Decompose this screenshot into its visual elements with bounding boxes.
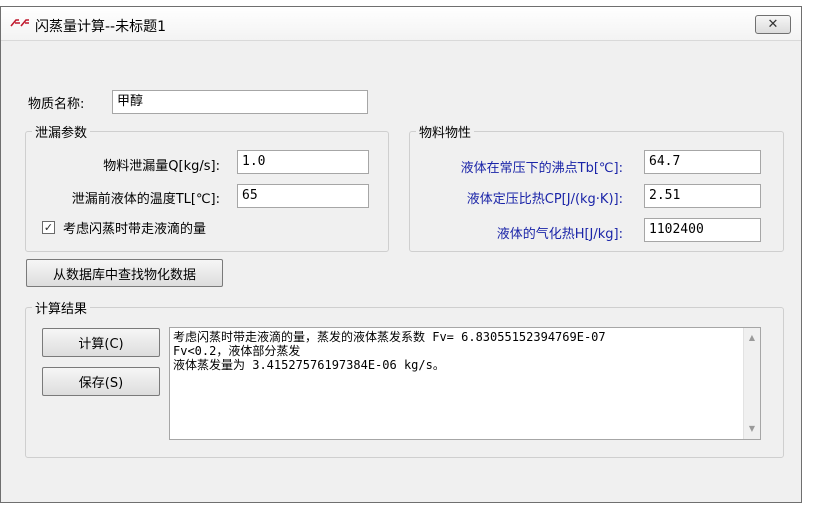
specific-heat-label: 液体定压比热CP[J/(kg·K)]: [466,192,623,207]
specific-heat-input[interactable]: 2.51 [644,184,761,208]
boiling-point-input[interactable]: 64.7 [644,150,761,174]
boiling-point-label: 液体在常压下的沸点Tb[℃]: [460,161,623,176]
calculate-button[interactable]: 计算(C) [42,328,160,357]
vaporization-heat-label: 液体的气化热H[J/kg]: [496,227,623,242]
lookup-database-button[interactable]: 从数据库中查找物化数据 [26,259,223,287]
app-logo-icon [10,19,29,27]
substance-name-label: 物质名称: [28,97,85,112]
checkmark-icon: ✓ [43,221,54,234]
save-button[interactable]: 保存(S) [42,367,160,396]
result-scrollbar[interactable]: ▲ ▼ [743,328,760,439]
material-properties-title: 物料物性 [416,122,475,141]
leak-temp-label: 泄漏前液体的温度TL[℃]: [71,192,220,207]
close-icon: ✕ [767,17,779,32]
droplet-checkbox[interactable]: ✓ [42,221,55,234]
title-bar[interactable]: 闪蒸量计算--未标题1 ✕ [1,7,801,41]
close-button[interactable]: ✕ [755,15,791,34]
droplet-checkbox-label[interactable]: 考虑闪蒸时带走液滴的量 [63,218,206,237]
result-line: 液体蒸发量为 3.41527576197384E-06 kg/s。 [173,358,445,372]
results-group: 计算结果 计算(C) 保存(S) 考虑闪蒸时带走液滴的量，蒸发的液体蒸发系数 F… [25,298,784,458]
leak-temp-input[interactable]: 65 [237,184,369,208]
scroll-down-icon[interactable]: ▼ [744,421,760,437]
vaporization-heat-input[interactable]: 1102400 [644,218,761,242]
results-title: 计算结果 [32,298,91,317]
substance-name-input[interactable]: 甲醇 [112,90,368,114]
result-line: Fv<0.2，液体部分蒸发 [173,344,301,358]
leak-params-title: 泄漏参数 [32,122,91,141]
leak-rate-label: 物料泄漏量Q[kg/s]: [103,159,220,174]
window-title: 闪蒸量计算--未标题1 [35,19,167,35]
result-line: 考虑闪蒸时带走液滴的量，蒸发的液体蒸发系数 Fv= 6.830551523947… [173,330,606,344]
material-properties-group: 物料物性 液体在常压下的沸点Tb[℃]: 64.7 液体定压比热CP[J/(kg… [409,122,784,252]
leak-params-group: 泄漏参数 物料泄漏量Q[kg/s]: 1.0 泄漏前液体的温度TL[℃]: 65… [25,122,389,252]
app-window: 闪蒸量计算--未标题1 ✕ 物质名称: 甲醇 泄漏参数 物料泄漏量Q[kg/s]… [0,6,802,503]
result-textarea[interactable]: 考虑闪蒸时带走液滴的量，蒸发的液体蒸发系数 Fv= 6.830551523947… [169,327,761,440]
result-text: 考虑闪蒸时带走液滴的量，蒸发的液体蒸发系数 Fv= 6.830551523947… [173,330,740,372]
leak-rate-input[interactable]: 1.0 [237,150,369,174]
scroll-up-icon[interactable]: ▲ [744,330,760,346]
